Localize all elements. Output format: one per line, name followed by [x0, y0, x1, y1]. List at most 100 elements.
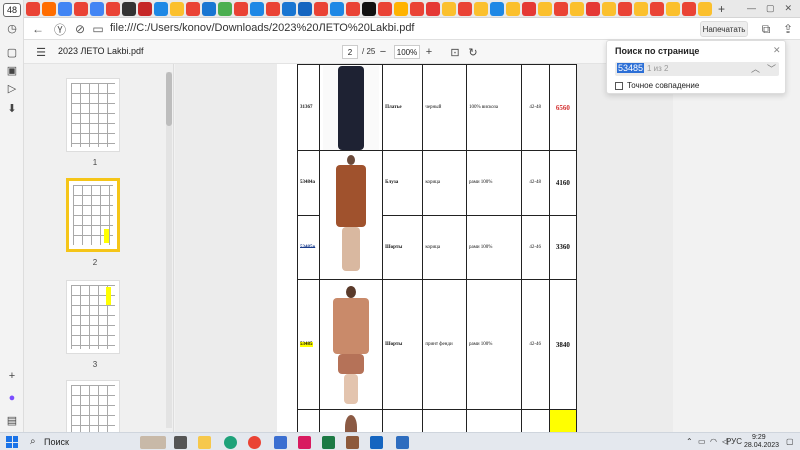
- tab-favicon-icon[interactable]: [634, 1, 648, 16]
- image-viewer-icon[interactable]: [396, 436, 409, 449]
- close-icon[interactable]: ✕: [773, 45, 781, 56]
- tab-favicon-icon[interactable]: [410, 1, 424, 16]
- photos-icon[interactable]: [346, 436, 359, 449]
- language-indicator[interactable]: РУС: [726, 437, 742, 446]
- tab-favicon-icon[interactable]: [362, 1, 376, 16]
- tab-favicon-icon[interactable]: [602, 1, 616, 16]
- maximize-icon[interactable]: ▢: [766, 3, 775, 14]
- previous-match-icon[interactable]: ︿: [751, 62, 760, 75]
- tab-favicon-icon[interactable]: [394, 1, 408, 16]
- next-match-icon[interactable]: ﹀: [767, 62, 776, 75]
- find-input[interactable]: 53485 1 из 2 ︿ ﹀: [615, 62, 779, 76]
- tab-favicon-icon[interactable]: [490, 1, 504, 16]
- thumbnail-scrollbar[interactable]: [166, 72, 172, 428]
- tab-favicon-icon[interactable]: [554, 1, 568, 16]
- excel-icon[interactable]: [322, 436, 335, 449]
- tab-favicon-icon[interactable]: [666, 1, 680, 16]
- widgets-icon[interactable]: [140, 436, 166, 449]
- tab-favicon-icon[interactable]: [442, 1, 456, 16]
- bookmarks-icon[interactable]: ▢: [4, 44, 20, 60]
- taskbar-search-label[interactable]: Поиск: [44, 437, 69, 447]
- tab-favicon-icon[interactable]: [106, 1, 120, 16]
- page-thumbnail-selected[interactable]: [66, 178, 120, 252]
- tab-favicon-icon[interactable]: [138, 1, 152, 16]
- history-icon[interactable]: ◷: [4, 20, 20, 36]
- tab-favicon-icon[interactable]: [698, 1, 712, 16]
- collections-icon[interactable]: ⧉: [758, 21, 774, 37]
- tabs-icon[interactable]: ▣: [4, 62, 20, 78]
- tab-favicon-icon[interactable]: [170, 1, 184, 16]
- tray-chevron-icon[interactable]: ⌃: [686, 437, 693, 446]
- pdf-viewport[interactable]: 31367 Платье черный 100% вискоза 42-48 6…: [175, 64, 680, 432]
- tab-favicon-icon[interactable]: [458, 1, 472, 16]
- wifi-icon[interactable]: ◠: [710, 437, 717, 446]
- tab-favicon-icon[interactable]: [570, 1, 584, 16]
- tab-favicon-icon[interactable]: [122, 1, 136, 16]
- tab-favicon-icon[interactable]: [586, 1, 600, 16]
- tab-favicon-icon[interactable]: [474, 1, 488, 16]
- clock-date[interactable]: 28.04.2023: [744, 442, 779, 449]
- back-icon[interactable]: ←: [30, 21, 46, 37]
- yandex-logo-icon[interactable]: Ⓨ: [52, 21, 68, 37]
- page-thumbnail[interactable]: [66, 78, 120, 152]
- page-thumbnail[interactable]: [66, 280, 120, 354]
- tab-favicon-icon[interactable]: [234, 1, 248, 16]
- tab-favicon-icon[interactable]: [682, 1, 696, 16]
- zoom-level[interactable]: 100%: [394, 45, 420, 59]
- protect-icon[interactable]: ⊘: [72, 21, 88, 37]
- tab-favicon-icon[interactable]: [266, 1, 280, 16]
- yandex-icon[interactable]: [248, 436, 261, 449]
- tab-favicon-icon[interactable]: [378, 1, 392, 16]
- tab-favicon-icon[interactable]: [522, 1, 536, 16]
- sidebar-settings-icon[interactable]: ▤: [4, 412, 20, 428]
- rotate-icon[interactable]: ↻: [466, 45, 480, 59]
- tab-favicon-icon[interactable]: [218, 1, 232, 16]
- tab-favicon-icon[interactable]: [650, 1, 664, 16]
- zoom-in-icon[interactable]: +: [422, 45, 436, 59]
- tab-favicon-icon[interactable]: [330, 1, 344, 16]
- tab-favicon-icon[interactable]: [618, 1, 632, 16]
- tab-favicon-icon[interactable]: [74, 1, 88, 16]
- url-field[interactable]: file:///C:/Users/konov/Downloads/2023%20…: [110, 22, 415, 34]
- file-icon[interactable]: ▭: [90, 21, 106, 37]
- alice-assistant-icon[interactable]: ●: [4, 390, 20, 406]
- edge-icon[interactable]: [224, 436, 237, 449]
- tab-favicon-icon[interactable]: [346, 1, 360, 16]
- tab-favicon-icon[interactable]: [538, 1, 552, 16]
- tab-favicon-icon[interactable]: [202, 1, 216, 16]
- zoom-out-icon[interactable]: −: [376, 45, 390, 59]
- tab-favicon-icon[interactable]: [250, 1, 264, 16]
- menu-icon[interactable]: ☰: [34, 45, 48, 59]
- store-icon[interactable]: [274, 436, 287, 449]
- explorer-icon[interactable]: [198, 436, 211, 449]
- network-icon[interactable]: ▭: [698, 437, 706, 446]
- task-view-icon[interactable]: [174, 436, 187, 449]
- search-icon[interactable]: ⌕: [30, 436, 36, 447]
- minimize-icon[interactable]: —: [747, 3, 756, 14]
- close-window-icon[interactable]: ✕: [784, 3, 792, 14]
- tab-favicon-icon[interactable]: [90, 1, 104, 16]
- notifications-icon[interactable]: ▢: [786, 437, 794, 446]
- new-tab-icon[interactable]: +: [718, 2, 725, 16]
- tab-favicon-icon[interactable]: [298, 1, 312, 16]
- tab-favicon-icon[interactable]: [26, 1, 40, 16]
- tab-favicon-icon[interactable]: [186, 1, 200, 16]
- page-thumbnail[interactable]: [66, 380, 120, 432]
- tab-favicon-icon[interactable]: [426, 1, 440, 16]
- start-icon[interactable]: [6, 436, 18, 448]
- play-icon[interactable]: ▷: [4, 80, 20, 96]
- tab-count-badge[interactable]: 48: [3, 3, 21, 17]
- tab-favicon-icon[interactable]: [506, 1, 520, 16]
- share-icon[interactable]: ⇪: [780, 21, 796, 37]
- tab-favicon-icon[interactable]: [282, 1, 296, 16]
- exact-match-checkbox[interactable]: [615, 82, 623, 90]
- clock-time[interactable]: 9:29: [752, 434, 766, 441]
- word-icon[interactable]: [370, 436, 383, 449]
- yandex-browser-icon[interactable]: [298, 436, 311, 449]
- downloads-icon[interactable]: ⬇: [4, 100, 20, 116]
- tab-favicon-icon[interactable]: [314, 1, 328, 16]
- print-button[interactable]: Напечатать: [700, 21, 748, 37]
- tab-favicon-icon[interactable]: [154, 1, 168, 16]
- page-number-input[interactable]: 2: [342, 45, 358, 59]
- add-icon[interactable]: +: [4, 368, 20, 384]
